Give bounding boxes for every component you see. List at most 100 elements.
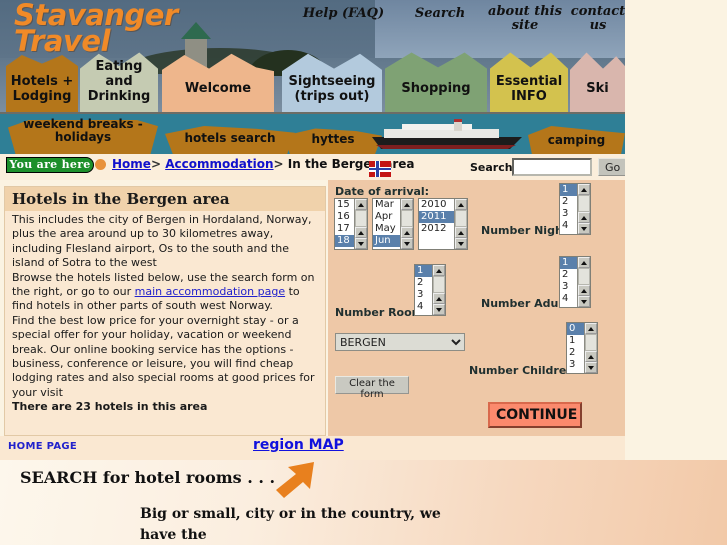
- nav-eating-drinking[interactable]: Eating and Drinking: [80, 59, 158, 108]
- scrollbar-thumb[interactable]: [585, 334, 597, 351]
- nav-welcome[interactable]: Welcome: [162, 81, 274, 100]
- main-accommodation-page-link[interactable]: main accommodation page: [135, 285, 285, 298]
- scroll-up-icon[interactable]: [578, 184, 590, 195]
- scroll-up-icon[interactable]: [355, 199, 367, 210]
- nav-hotels-search[interactable]: hotels search: [165, 132, 295, 145]
- number-rooms-option[interactable]: 2: [415, 277, 432, 289]
- number-nights-options: 1 2 3 4: [560, 184, 577, 234]
- scroll-up-icon[interactable]: [401, 199, 413, 210]
- arrival-day-option[interactable]: 17: [335, 223, 354, 235]
- number-adults-scrollbar[interactable]: [577, 257, 590, 307]
- arrival-year-scrollbar[interactable]: [454, 199, 467, 249]
- number-adults-option[interactable]: 4: [560, 293, 577, 305]
- nav-essential-info[interactable]: Essential INFO: [490, 74, 568, 108]
- site-logo[interactable]: Stavanger Travel: [14, 1, 178, 56]
- number-nights-option-selected[interactable]: 1: [560, 184, 577, 196]
- scrollbar-thumb[interactable]: [401, 210, 413, 227]
- arrival-month-option[interactable]: Mar: [373, 199, 400, 211]
- number-nights-option[interactable]: 3: [560, 208, 577, 220]
- search-go-button[interactable]: Go: [598, 158, 627, 176]
- search-link[interactable]: Search: [400, 7, 480, 21]
- number-rooms-option[interactable]: 3: [415, 289, 432, 301]
- continue-button[interactable]: CONTINUE: [488, 402, 582, 428]
- number-children-option[interactable]: 2: [567, 347, 584, 359]
- scroll-up-icon[interactable]: [433, 293, 445, 304]
- number-children-option-selected[interactable]: 0: [567, 323, 584, 335]
- arrival-year-option-selected[interactable]: 2011: [419, 211, 454, 223]
- scroll-up-icon[interactable]: [578, 257, 590, 268]
- number-rooms-option-selected[interactable]: 1: [415, 265, 432, 277]
- region-map-link[interactable]: region MAP: [253, 437, 344, 453]
- nav-weekend-breaks[interactable]: weekend breaks - holidays: [8, 118, 158, 144]
- number-adults-option-selected[interactable]: 1: [560, 257, 577, 269]
- number-nights-option[interactable]: 2: [560, 196, 577, 208]
- arrival-year-option[interactable]: [419, 235, 454, 247]
- arrival-month-option[interactable]: May: [373, 223, 400, 235]
- number-adults-options: 1 2 3 4: [560, 257, 577, 307]
- number-adults-select[interactable]: 1 2 3 4: [559, 256, 591, 308]
- scroll-up-icon[interactable]: [585, 351, 597, 362]
- breadcrumb-home-link[interactable]: Home: [112, 157, 151, 171]
- scroll-up-icon[interactable]: [585, 323, 597, 334]
- scroll-up-icon[interactable]: [355, 227, 367, 238]
- help-faq-link[interactable]: Help (FAQ): [296, 7, 391, 21]
- scroll-up-icon[interactable]: [455, 227, 467, 238]
- arrival-year-option[interactable]: 2012: [419, 223, 454, 235]
- scroll-down-icon[interactable]: [355, 238, 367, 249]
- arrival-day-select[interactable]: 15 16 17 18: [334, 198, 368, 250]
- number-adults-option[interactable]: 2: [560, 269, 577, 281]
- nav-shopping[interactable]: Shopping: [385, 81, 487, 100]
- number-rooms-option[interactable]: 4: [415, 301, 432, 313]
- clear-the-form-button[interactable]: Clear the form: [335, 376, 409, 400]
- arrival-month-select[interactable]: Mar Apr May Jun: [372, 198, 414, 250]
- scroll-up-icon[interactable]: [401, 227, 413, 238]
- number-nights-scrollbar[interactable]: [577, 184, 590, 234]
- number-children-scrollbar[interactable]: [584, 323, 597, 373]
- number-nights-option[interactable]: 4: [560, 220, 577, 232]
- you-are-here-badge: You are here: [6, 157, 94, 173]
- scrollbar-thumb[interactable]: [455, 210, 467, 227]
- scroll-down-icon[interactable]: [578, 223, 590, 234]
- nav-camping[interactable]: camping: [528, 134, 625, 147]
- scrollbar-thumb[interactable]: [578, 268, 590, 285]
- number-adults-option[interactable]: 3: [560, 281, 577, 293]
- nav-ski[interactable]: Ski: [570, 81, 625, 100]
- scroll-up-icon[interactable]: [578, 285, 590, 296]
- number-children-option[interactable]: 1: [567, 335, 584, 347]
- about-this-site-link[interactable]: about this site: [484, 5, 566, 33]
- nav-hyttes[interactable]: hyttes: [284, 133, 382, 146]
- search-input[interactable]: [512, 158, 592, 176]
- arrival-month-option-selected[interactable]: Jun: [373, 235, 400, 247]
- arrival-year-option[interactable]: 2010: [419, 199, 454, 211]
- scroll-down-icon[interactable]: [578, 296, 590, 307]
- arrival-year-select[interactable]: 2010 2011 2012: [418, 198, 468, 250]
- arrival-day-option[interactable]: 15: [335, 199, 354, 211]
- scroll-down-icon[interactable]: [401, 238, 413, 249]
- nav-sightseeing[interactable]: Sightseeing (trips out): [282, 74, 382, 108]
- contact-us-link[interactable]: contact us: [568, 5, 625, 33]
- scroll-down-icon[interactable]: [433, 304, 445, 315]
- scroll-up-icon[interactable]: [433, 265, 445, 276]
- number-children-option[interactable]: 3: [567, 359, 584, 371]
- arrival-month-scrollbar[interactable]: [400, 199, 413, 249]
- scrollbar-thumb[interactable]: [578, 195, 590, 212]
- scroll-up-icon[interactable]: [578, 212, 590, 223]
- nav-hotels-lodging[interactable]: Hotels + Lodging: [6, 74, 78, 108]
- scrollbar-thumb[interactable]: [355, 210, 367, 227]
- arrival-month-option[interactable]: Apr: [373, 211, 400, 223]
- home-page-link[interactable]: HOME PAGE: [8, 441, 77, 452]
- scroll-up-icon[interactable]: [455, 199, 467, 210]
- arrival-day-option[interactable]: 16: [335, 211, 354, 223]
- scroll-down-icon[interactable]: [455, 238, 467, 249]
- number-rooms-scrollbar[interactable]: [432, 265, 445, 315]
- number-children-select[interactable]: 0 1 2 3: [566, 322, 598, 374]
- arrival-day-scrollbar[interactable]: [354, 199, 367, 249]
- breadcrumb-accommodation-link[interactable]: Accommodation: [165, 157, 273, 171]
- number-rooms-select[interactable]: 1 2 3 4: [414, 264, 446, 316]
- breadcrumb-sep-2: >: [273, 157, 284, 171]
- number-nights-select[interactable]: 1 2 3 4: [559, 183, 591, 235]
- scroll-down-icon[interactable]: [585, 362, 597, 373]
- city-select[interactable]: BERGEN: [335, 333, 465, 351]
- scrollbar-thumb[interactable]: [433, 276, 445, 293]
- arrival-day-option-selected[interactable]: 18: [335, 235, 354, 247]
